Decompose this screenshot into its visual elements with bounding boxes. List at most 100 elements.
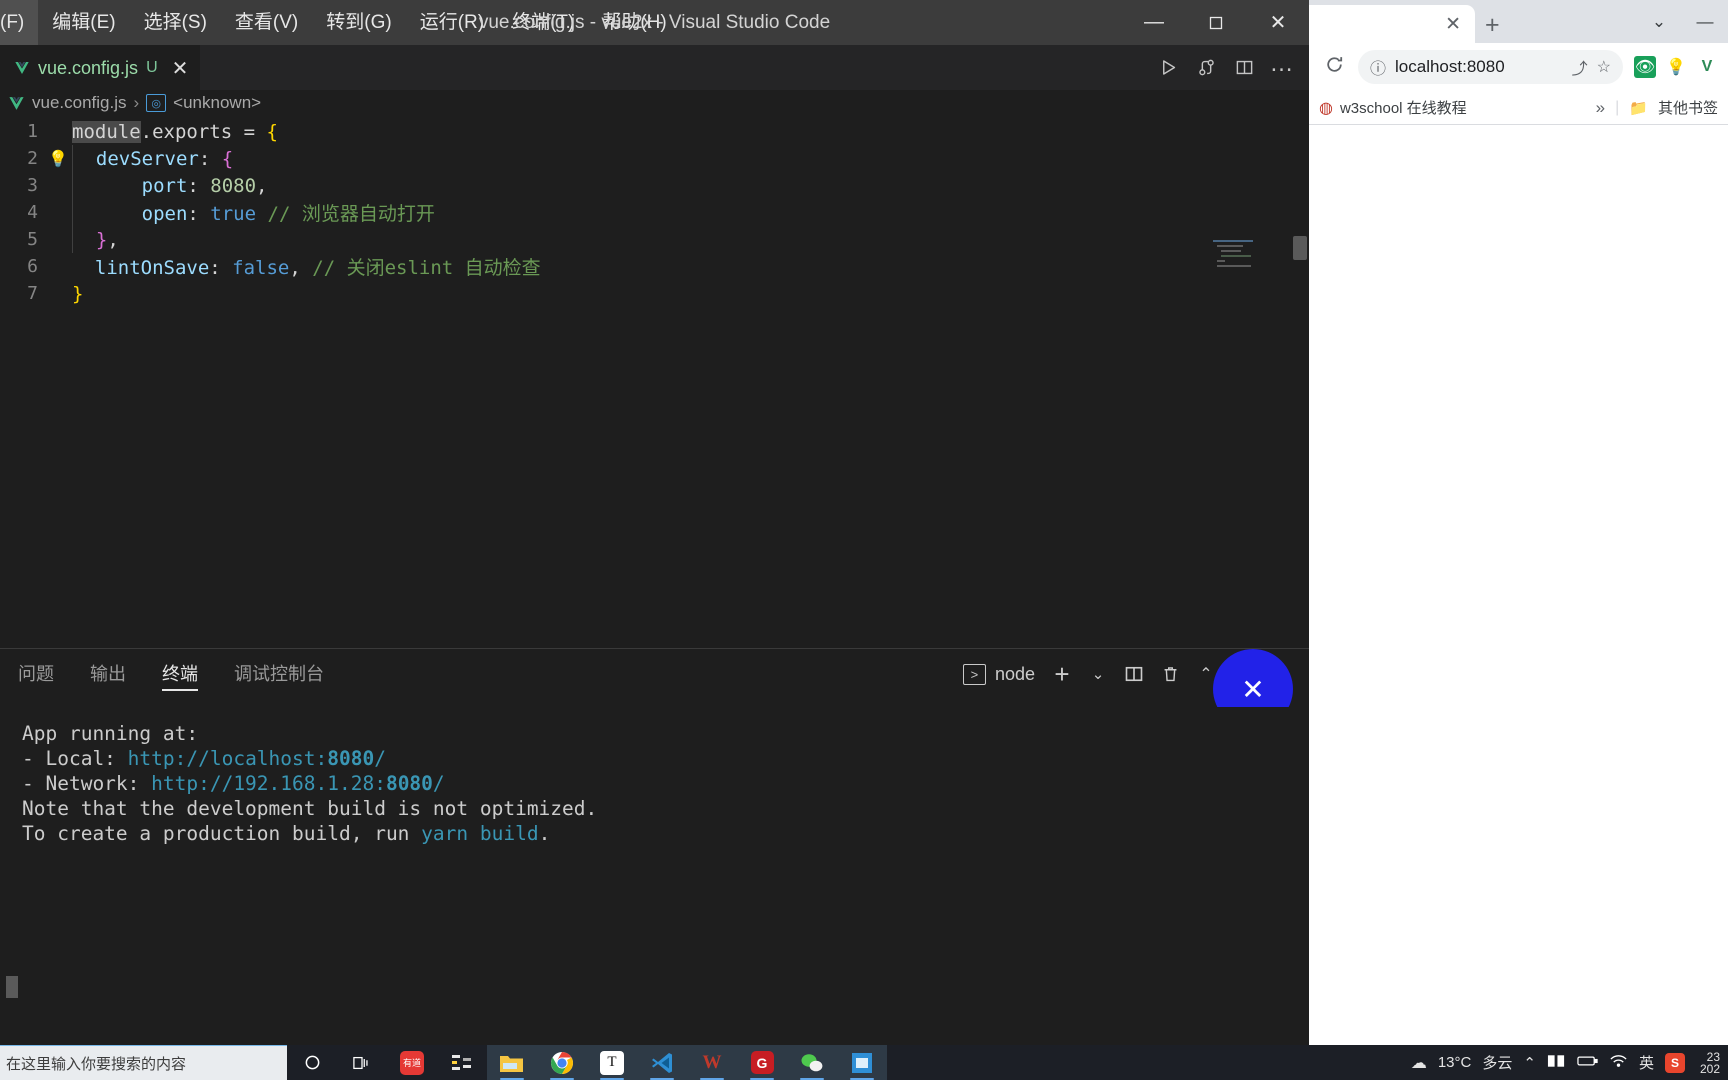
terminal-text: - Network:	[22, 772, 152, 795]
more-actions-icon[interactable]: …	[1263, 45, 1301, 90]
breadcrumb-file[interactable]: vue.config.js	[32, 93, 127, 113]
menu-go[interactable]: 转到(G)	[312, 0, 405, 45]
extension-bulb-icon[interactable]: 💡	[1665, 56, 1687, 78]
minimize-button[interactable]: —	[1123, 0, 1185, 45]
browser-tab-close-icon[interactable]: ✕	[1441, 13, 1465, 36]
code-token: module	[72, 120, 141, 143]
taskbar-item-file-explorer-icon[interactable]	[487, 1045, 537, 1080]
line-number: 4	[27, 202, 38, 223]
other-bookmarks-label[interactable]: 其他书签	[1658, 97, 1718, 118]
panel-tab-output[interactable]: 输出	[72, 649, 144, 699]
taskbar-item-task-view-icon[interactable]	[337, 1045, 387, 1080]
editor-scrollbar-thumb[interactable]	[1293, 236, 1307, 260]
taskbar-item-wechat-icon[interactable]	[787, 1045, 837, 1080]
menu-help[interactable]: 帮助(H)	[588, 0, 680, 45]
close-button[interactable]: ✕	[1247, 0, 1309, 45]
panel-tab-terminal[interactable]: 终端	[144, 649, 216, 699]
new-terminal-icon[interactable]: +	[1045, 656, 1079, 692]
menu-selection[interactable]: 选择(S)	[130, 0, 221, 45]
taskbar-search-box[interactable]: 在这里输入你要搜索的内容	[0, 1045, 287, 1080]
split-terminal-icon[interactable]	[1117, 656, 1151, 692]
tab-close-icon[interactable]: ✕	[172, 56, 189, 81]
split-editor-icon[interactable]	[1225, 45, 1263, 90]
extension-vue-devtools-icon[interactable]: V	[1696, 56, 1718, 78]
taskbar-item-typora-icon[interactable]: T	[587, 1045, 637, 1080]
reload-icon[interactable]	[1319, 54, 1349, 81]
terminal-output[interactable]: App running at: - Local: http://localhost…	[0, 707, 1309, 1020]
code-token: {	[266, 120, 278, 143]
taskbar-item-youdao-icon[interactable]: 有道	[387, 1045, 437, 1080]
code-text: }	[72, 283, 83, 305]
panel-tab-debug-console[interactable]: 调试控制台	[216, 649, 342, 699]
terminal-selector[interactable]: > node	[962, 663, 1035, 685]
browser-minimize-button[interactable]: —	[1682, 0, 1728, 43]
code-line[interactable]: 7}	[0, 280, 1309, 307]
source-control-icon[interactable]	[1187, 45, 1225, 90]
browser-window-controls: ⌄ —	[1636, 0, 1728, 43]
extension-green-eye-icon[interactable]: 👁	[1634, 56, 1656, 78]
terminal-link[interactable]: 8080	[327, 747, 374, 770]
taskbar-item-cortana-icon[interactable]	[287, 1045, 337, 1080]
lightbulb-icon[interactable]: 💡	[44, 149, 72, 168]
tab-vue-config-js[interactable]: vue.config.js U ✕	[0, 45, 201, 90]
site-info-icon[interactable]: ⓘ	[1370, 55, 1386, 79]
browser-tab[interactable]: e2x ✕	[1309, 5, 1475, 43]
bookmarks-divider: |	[1615, 98, 1620, 116]
taskbar-item-chrome-icon[interactable]	[537, 1045, 587, 1080]
code-line[interactable]: 4 open: true // 浏览器自动打开	[0, 199, 1309, 226]
tab-unsaved-badge: U	[146, 59, 158, 76]
menu-run[interactable]: 运行(R)	[406, 0, 498, 45]
taskbar-item-vscode-icon[interactable]	[637, 1045, 687, 1080]
code-line[interactable]: 5 },	[0, 226, 1309, 253]
menu-view[interactable]: 查看(V)	[221, 0, 312, 45]
code-line[interactable]: 2 💡 devServer: {	[0, 145, 1309, 172]
code-editor[interactable]: 1 module.exports = {2 💡 devServer: {3 port…	[0, 118, 1309, 648]
star-icon[interactable]: ☆	[1597, 57, 1611, 77]
weather-temperature[interactable]: 13°C	[1438, 1054, 1472, 1071]
taskbar-item-gitee-icon[interactable]: G	[737, 1045, 787, 1080]
tray-expand-icon[interactable]: ⌃	[1523, 1054, 1536, 1072]
taskbar-item-editor-icon[interactable]	[837, 1045, 887, 1080]
breadcrumb-symbol[interactable]: <unknown>	[173, 93, 261, 113]
code-line[interactable]: 1 module.exports = {	[0, 118, 1309, 145]
code-token: :	[187, 174, 211, 197]
panel-tab-problems[interactable]: 问题	[0, 649, 72, 699]
browser-expand-button[interactable]: ⌄	[1636, 0, 1682, 43]
terminal-link[interactable]: yarn build	[421, 822, 538, 845]
sogou-icon[interactable]: S	[1664, 1052, 1685, 1073]
bookmark-w3school[interactable]: ◍ w3school 在线教程	[1319, 97, 1467, 118]
terminal-link[interactable]: /	[433, 772, 445, 795]
ime-indicator[interactable]: 英	[1639, 1052, 1654, 1073]
terminal-link[interactable]: http://localhost:	[128, 747, 328, 770]
code-token: false	[232, 257, 290, 279]
bookmarks-overflow-icon[interactable]: »	[1596, 98, 1605, 118]
symbol-icon: ◎	[146, 94, 167, 112]
weather-icon[interactable]: ☁	[1411, 1053, 1427, 1073]
line-number: 3	[27, 175, 38, 196]
minimap[interactable]	[1213, 238, 1293, 274]
menu-edit[interactable]: 编辑(E)	[38, 0, 129, 45]
kill-terminal-icon[interactable]	[1153, 656, 1187, 692]
run-icon[interactable]	[1149, 45, 1187, 90]
terminal-link[interactable]: 8080	[386, 772, 433, 795]
onedrive-icon[interactable]	[1547, 1053, 1566, 1073]
taskbar-clock[interactable]: 23 202	[1696, 1051, 1720, 1075]
taskbar-item-app-grid-icon[interactable]	[437, 1045, 487, 1080]
bookmark-label: w3school 在线教程	[1339, 100, 1467, 117]
terminal-link[interactable]: http://192.168.1.28:	[151, 772, 386, 795]
new-tab-button[interactable]: +	[1485, 11, 1500, 40]
code-line[interactable]: 3 port: 8080,	[0, 172, 1309, 199]
code-token: {	[221, 147, 234, 170]
terminal-dropdown-icon[interactable]: ⌄	[1081, 656, 1115, 692]
menu-terminal[interactable]: 终端(T)	[498, 0, 588, 45]
terminal-link[interactable]: /	[374, 747, 386, 770]
share-icon[interactable]: ⤴	[1572, 55, 1588, 79]
address-bar[interactable]: ⓘ localhost:8080 ⤴ ☆	[1358, 50, 1623, 84]
wifi-icon[interactable]	[1609, 1053, 1628, 1072]
weather-description[interactable]: 多云	[1482, 1052, 1512, 1073]
code-line[interactable]: 6 lintOnSave: false, // 关闭eslint 自动检查	[0, 253, 1309, 280]
battery-icon[interactable]	[1577, 1054, 1598, 1072]
maximize-button[interactable]	[1185, 0, 1247, 45]
menu-file[interactable]: (F)	[0, 0, 39, 45]
taskbar-item-wps-icon[interactable]: W	[687, 1045, 737, 1080]
